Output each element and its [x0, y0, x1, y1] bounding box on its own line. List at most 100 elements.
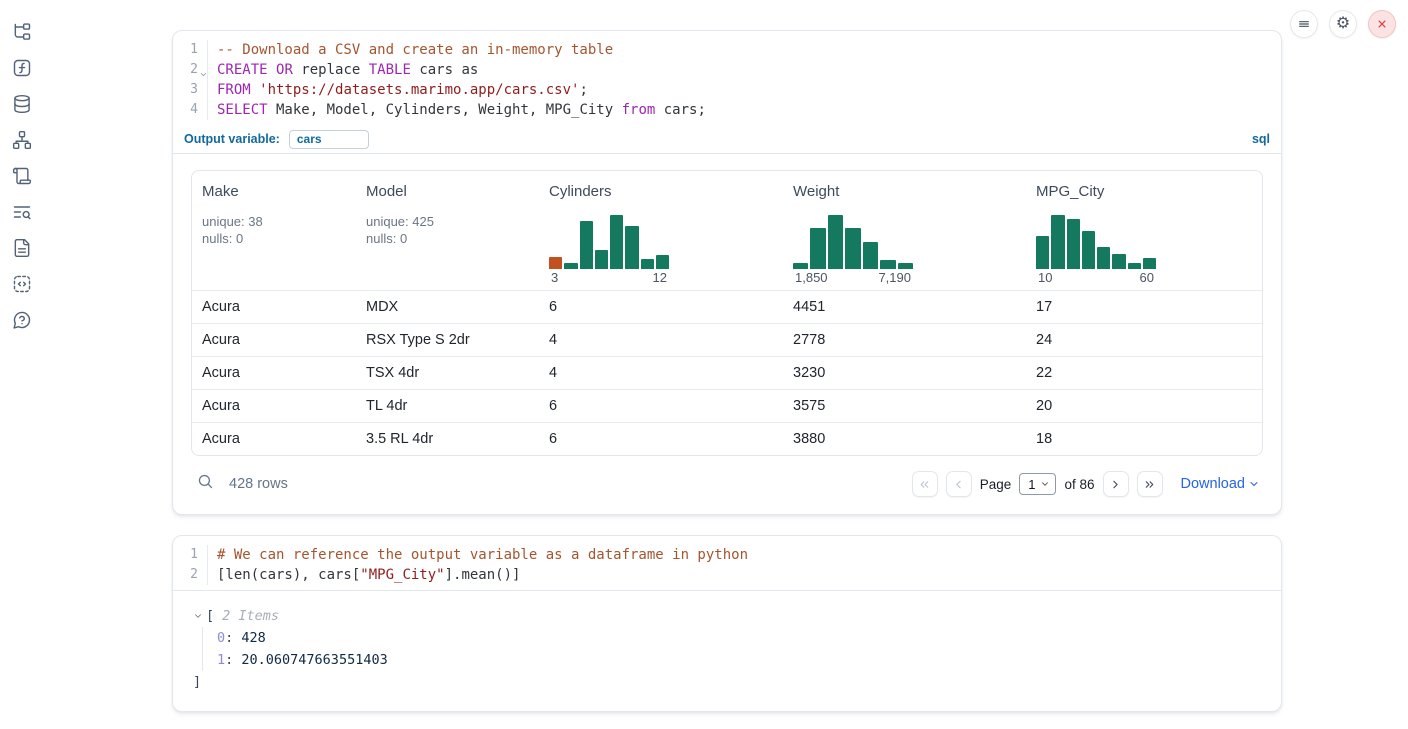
- open-bracket: [: [206, 605, 214, 627]
- table-cell: 3.5 RL 4dr: [356, 431, 539, 447]
- histogram-bar[interactable]: [580, 221, 593, 269]
- histogram-bar[interactable]: [1051, 215, 1064, 269]
- table-cell: TL 4dr: [356, 398, 539, 414]
- column-header-mpg_city[interactable]: MPG_City1060: [1026, 171, 1262, 290]
- tracing-icon[interactable]: [11, 201, 33, 223]
- histogram-bar[interactable]: [1067, 219, 1080, 269]
- column-header-model[interactable]: Modelunique: 425nulls: 0: [356, 171, 539, 290]
- code-line[interactable]: 3FROM 'https://datasets.marimo.app/cars.…: [173, 80, 1281, 100]
- table-row[interactable]: AcuraTSX 4dr4323022: [192, 356, 1262, 389]
- search-icon[interactable]: [197, 473, 214, 495]
- close-icon: [1375, 17, 1389, 31]
- histogram[interactable]: [549, 215, 669, 269]
- dependency-graph-icon[interactable]: [11, 129, 33, 151]
- column-header-weight[interactable]: Weight1,8507,190: [783, 171, 1026, 290]
- column-header-make[interactable]: Make unique: 38nulls: 0: [192, 171, 356, 290]
- table-cell: Acura: [192, 332, 356, 348]
- table-cell: Acura: [192, 431, 356, 447]
- sql-code-editor[interactable]: 1-- Download a CSV and create an in-memo…: [173, 31, 1281, 125]
- language-badge[interactable]: sql: [1252, 132, 1270, 146]
- next-page-button[interactable]: [1103, 471, 1129, 497]
- previous-page-button[interactable]: [946, 471, 972, 497]
- functions-icon[interactable]: [11, 57, 33, 79]
- table-row[interactable]: Acura3.5 RL 4dr6388018: [192, 422, 1262, 455]
- page-number-select[interactable]: 1: [1019, 473, 1056, 495]
- code-line[interactable]: 2[len(cars), cars["MPG_City"].mean()]: [173, 565, 1281, 585]
- histogram-bar[interactable]: [845, 228, 860, 269]
- item-index: 1: [217, 652, 225, 668]
- table-cell: RSX Type S 2dr: [356, 332, 539, 348]
- table-output: Make unique: 38nulls: 0 Modelunique: 425nu…: [191, 170, 1263, 456]
- histogram-bar[interactable]: [863, 242, 878, 269]
- code-line[interactable]: 4SELECT Make, Model, Cylinders, Weight, …: [173, 100, 1281, 120]
- table-cell: TSX 4dr: [356, 365, 539, 381]
- pagination: Page 1 of 86: [912, 471, 1163, 497]
- hist-axis-max: 12: [653, 270, 667, 285]
- first-page-button[interactable]: [912, 471, 938, 497]
- histogram-bar[interactable]: [1082, 231, 1095, 269]
- histogram[interactable]: [793, 215, 913, 269]
- documentation-icon[interactable]: [11, 237, 33, 259]
- line-number: 3: [173, 80, 208, 100]
- collapse-chevron-icon[interactable]: [193, 611, 203, 621]
- histogram-bar[interactable]: [1128, 263, 1141, 269]
- column-header-cylinders[interactable]: Cylinders312: [539, 171, 783, 290]
- column-title: Make: [202, 183, 346, 200]
- logs-icon[interactable]: [11, 165, 33, 187]
- settings-button[interactable]: ⚙: [1329, 10, 1357, 38]
- chevron-left-icon: [952, 478, 965, 491]
- code-line[interactable]: 2CREATE OR replace TABLE cars as: [173, 60, 1281, 80]
- table-cell: 3880: [783, 431, 1026, 447]
- snippets-icon[interactable]: [11, 273, 33, 295]
- histogram-bar[interactable]: [1143, 258, 1156, 269]
- column-histogram: 312: [549, 215, 669, 290]
- table-cell: 3575: [783, 398, 1026, 414]
- python-code-editor[interactable]: 1# We can reference the output variable …: [173, 536, 1281, 590]
- help-icon[interactable]: [11, 309, 33, 331]
- histogram-bar[interactable]: [793, 263, 808, 269]
- column-title: Model: [366, 183, 529, 200]
- histogram-bar[interactable]: [610, 215, 623, 269]
- histogram-bar[interactable]: [641, 259, 654, 269]
- histogram-bar[interactable]: [549, 257, 562, 269]
- output-variable-bar: Output variable: sql: [173, 125, 1281, 154]
- output-variable-input[interactable]: [289, 130, 369, 149]
- histogram-bar[interactable]: [1036, 236, 1049, 269]
- histogram-bar[interactable]: [810, 228, 825, 269]
- histogram-bar[interactable]: [1112, 254, 1125, 269]
- download-button[interactable]: Download: [1181, 476, 1261, 492]
- histogram-bar[interactable]: [595, 250, 608, 269]
- histogram-bar[interactable]: [1097, 247, 1110, 269]
- menu-button[interactable]: [1290, 10, 1318, 38]
- histogram[interactable]: [1036, 215, 1156, 269]
- last-page-button[interactable]: [1137, 471, 1163, 497]
- data-table: Make unique: 38nulls: 0 Modelunique: 425nu…: [191, 170, 1263, 456]
- histogram-bar[interactable]: [656, 255, 669, 269]
- item-value: 20.060747663551403: [241, 652, 387, 668]
- gear-icon: ⚙: [1336, 16, 1350, 32]
- table-cell: 2778: [783, 332, 1026, 348]
- table-row[interactable]: AcuraTL 4dr6357520: [192, 389, 1262, 422]
- table-row[interactable]: AcuraRSX Type S 2dr4277824: [192, 323, 1262, 356]
- datasources-icon[interactable]: [11, 93, 33, 115]
- chevron-right-icon: [1109, 478, 1122, 491]
- histogram-bar[interactable]: [564, 263, 577, 269]
- histogram-bar[interactable]: [898, 263, 913, 269]
- histogram-bar[interactable]: [625, 226, 638, 269]
- histogram-bar[interactable]: [880, 260, 895, 269]
- table-row[interactable]: AcuraMDX6445117: [192, 290, 1262, 323]
- shutdown-button[interactable]: [1368, 10, 1396, 38]
- chevrons-left-icon: [918, 478, 931, 491]
- list-output: [ 2 Items 0: 4281: 20.060747663551403 ]: [173, 591, 1281, 693]
- items-count-label: 2 Items: [222, 605, 279, 627]
- column-stats: unique: 38nulls: 0: [202, 213, 346, 247]
- histogram-bar[interactable]: [828, 215, 843, 269]
- line-number: 1: [173, 40, 208, 60]
- table-cell: MDX: [356, 299, 539, 315]
- code-line[interactable]: 1-- Download a CSV and create an in-memo…: [173, 40, 1281, 60]
- code-line[interactable]: 1# We can reference the output variable …: [173, 545, 1281, 565]
- table-cell: Acura: [192, 299, 356, 315]
- page-number-value: 1: [1028, 477, 1035, 492]
- line-number: 2: [173, 565, 208, 585]
- file-tree-icon[interactable]: [11, 21, 33, 43]
